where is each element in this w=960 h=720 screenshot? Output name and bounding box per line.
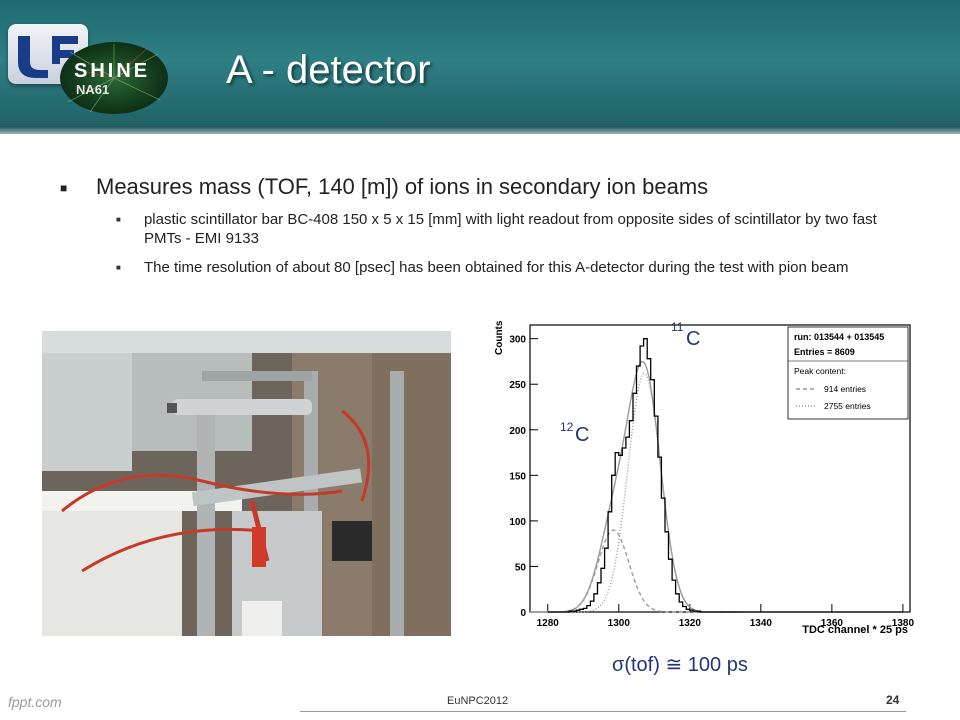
logo-text: SHINE	[74, 60, 151, 82]
banner-shadow	[0, 126, 960, 134]
bullet-main-text: Measures mass (TOF, 140 [m]) of ions in …	[96, 174, 709, 199]
stats-entries: Entries = 8609	[794, 347, 855, 357]
chart-svg: 1280 1300 1320 1340 1360 13800501001502002503…	[494, 320, 914, 636]
tof-histogram-chart: 1280 1300 1320 1340 1360 1380 0 50 100 150 200 250 3…	[488, 307, 934, 643]
stats-peak-header: Peak content:	[794, 366, 846, 376]
stats-peak1: 914 entries	[824, 384, 866, 394]
y-tick-label: 50	[515, 562, 527, 573]
y-tick-label: 200	[509, 426, 526, 437]
y-tick-label: 150	[509, 471, 526, 482]
y-tick-label: 100	[509, 517, 526, 528]
footer-divider	[300, 711, 906, 712]
square-bullet-icon: ■	[60, 181, 68, 195]
sub-bullet-text: The time resolution of about 80 [psec] h…	[143, 259, 849, 276]
sub-bullet: ■ The time resolution of about 80 [psec]…	[116, 258, 900, 277]
square-bullet-icon: ■	[116, 263, 121, 272]
footer-brand: fppt.com	[8, 694, 62, 710]
y-axis-label: Counts	[494, 320, 505, 355]
sub-bullet: ■ plastic scintillator bar BC-408 150 x …	[116, 210, 900, 248]
bullet-list: ■ Measures mass (TOF, 140 [m]) of ions i…	[60, 174, 900, 277]
x-tick-label: 1300	[608, 618, 631, 629]
stats-legend-box: run: 013544 + 013545 Entries = 8609 Peak…	[787, 326, 909, 420]
bullet-main: ■ Measures mass (TOF, 140 [m]) of ions i…	[60, 174, 900, 200]
logo-subtext: NA61	[76, 82, 110, 97]
y-tick-label: 0	[520, 608, 526, 619]
stats-peak2: 2755 entries	[824, 401, 871, 411]
slide-number: 24	[886, 693, 900, 707]
annotation-11c-sup: 11	[671, 320, 684, 334]
x-tick-label: 1320	[679, 618, 702, 629]
time-resolution-caption: σ(tof) ≅ 100 ps	[612, 654, 748, 676]
stats-run: run: 013544 + 013545	[794, 332, 884, 342]
detector-photo	[42, 331, 451, 636]
x-tick-label: 1340	[750, 618, 773, 629]
slide-title: A - detector	[226, 48, 431, 92]
square-bullet-icon: ■	[116, 215, 121, 224]
x-tick-label: 1280	[537, 618, 560, 629]
y-tick-label: 250	[509, 380, 526, 391]
sub-bullet-text: plastic scintillator bar BC-408 150 x 5 …	[143, 211, 877, 247]
footer-conference: EuNPC2012	[447, 695, 509, 707]
annotation-12c-base: C	[575, 424, 589, 446]
y-tick-label: 300	[509, 335, 526, 346]
annotation-12c-sup: 12	[560, 420, 574, 434]
annotation-11c-base: C	[686, 328, 700, 350]
x-axis-label: TDC channel * 25 ps	[802, 624, 908, 636]
